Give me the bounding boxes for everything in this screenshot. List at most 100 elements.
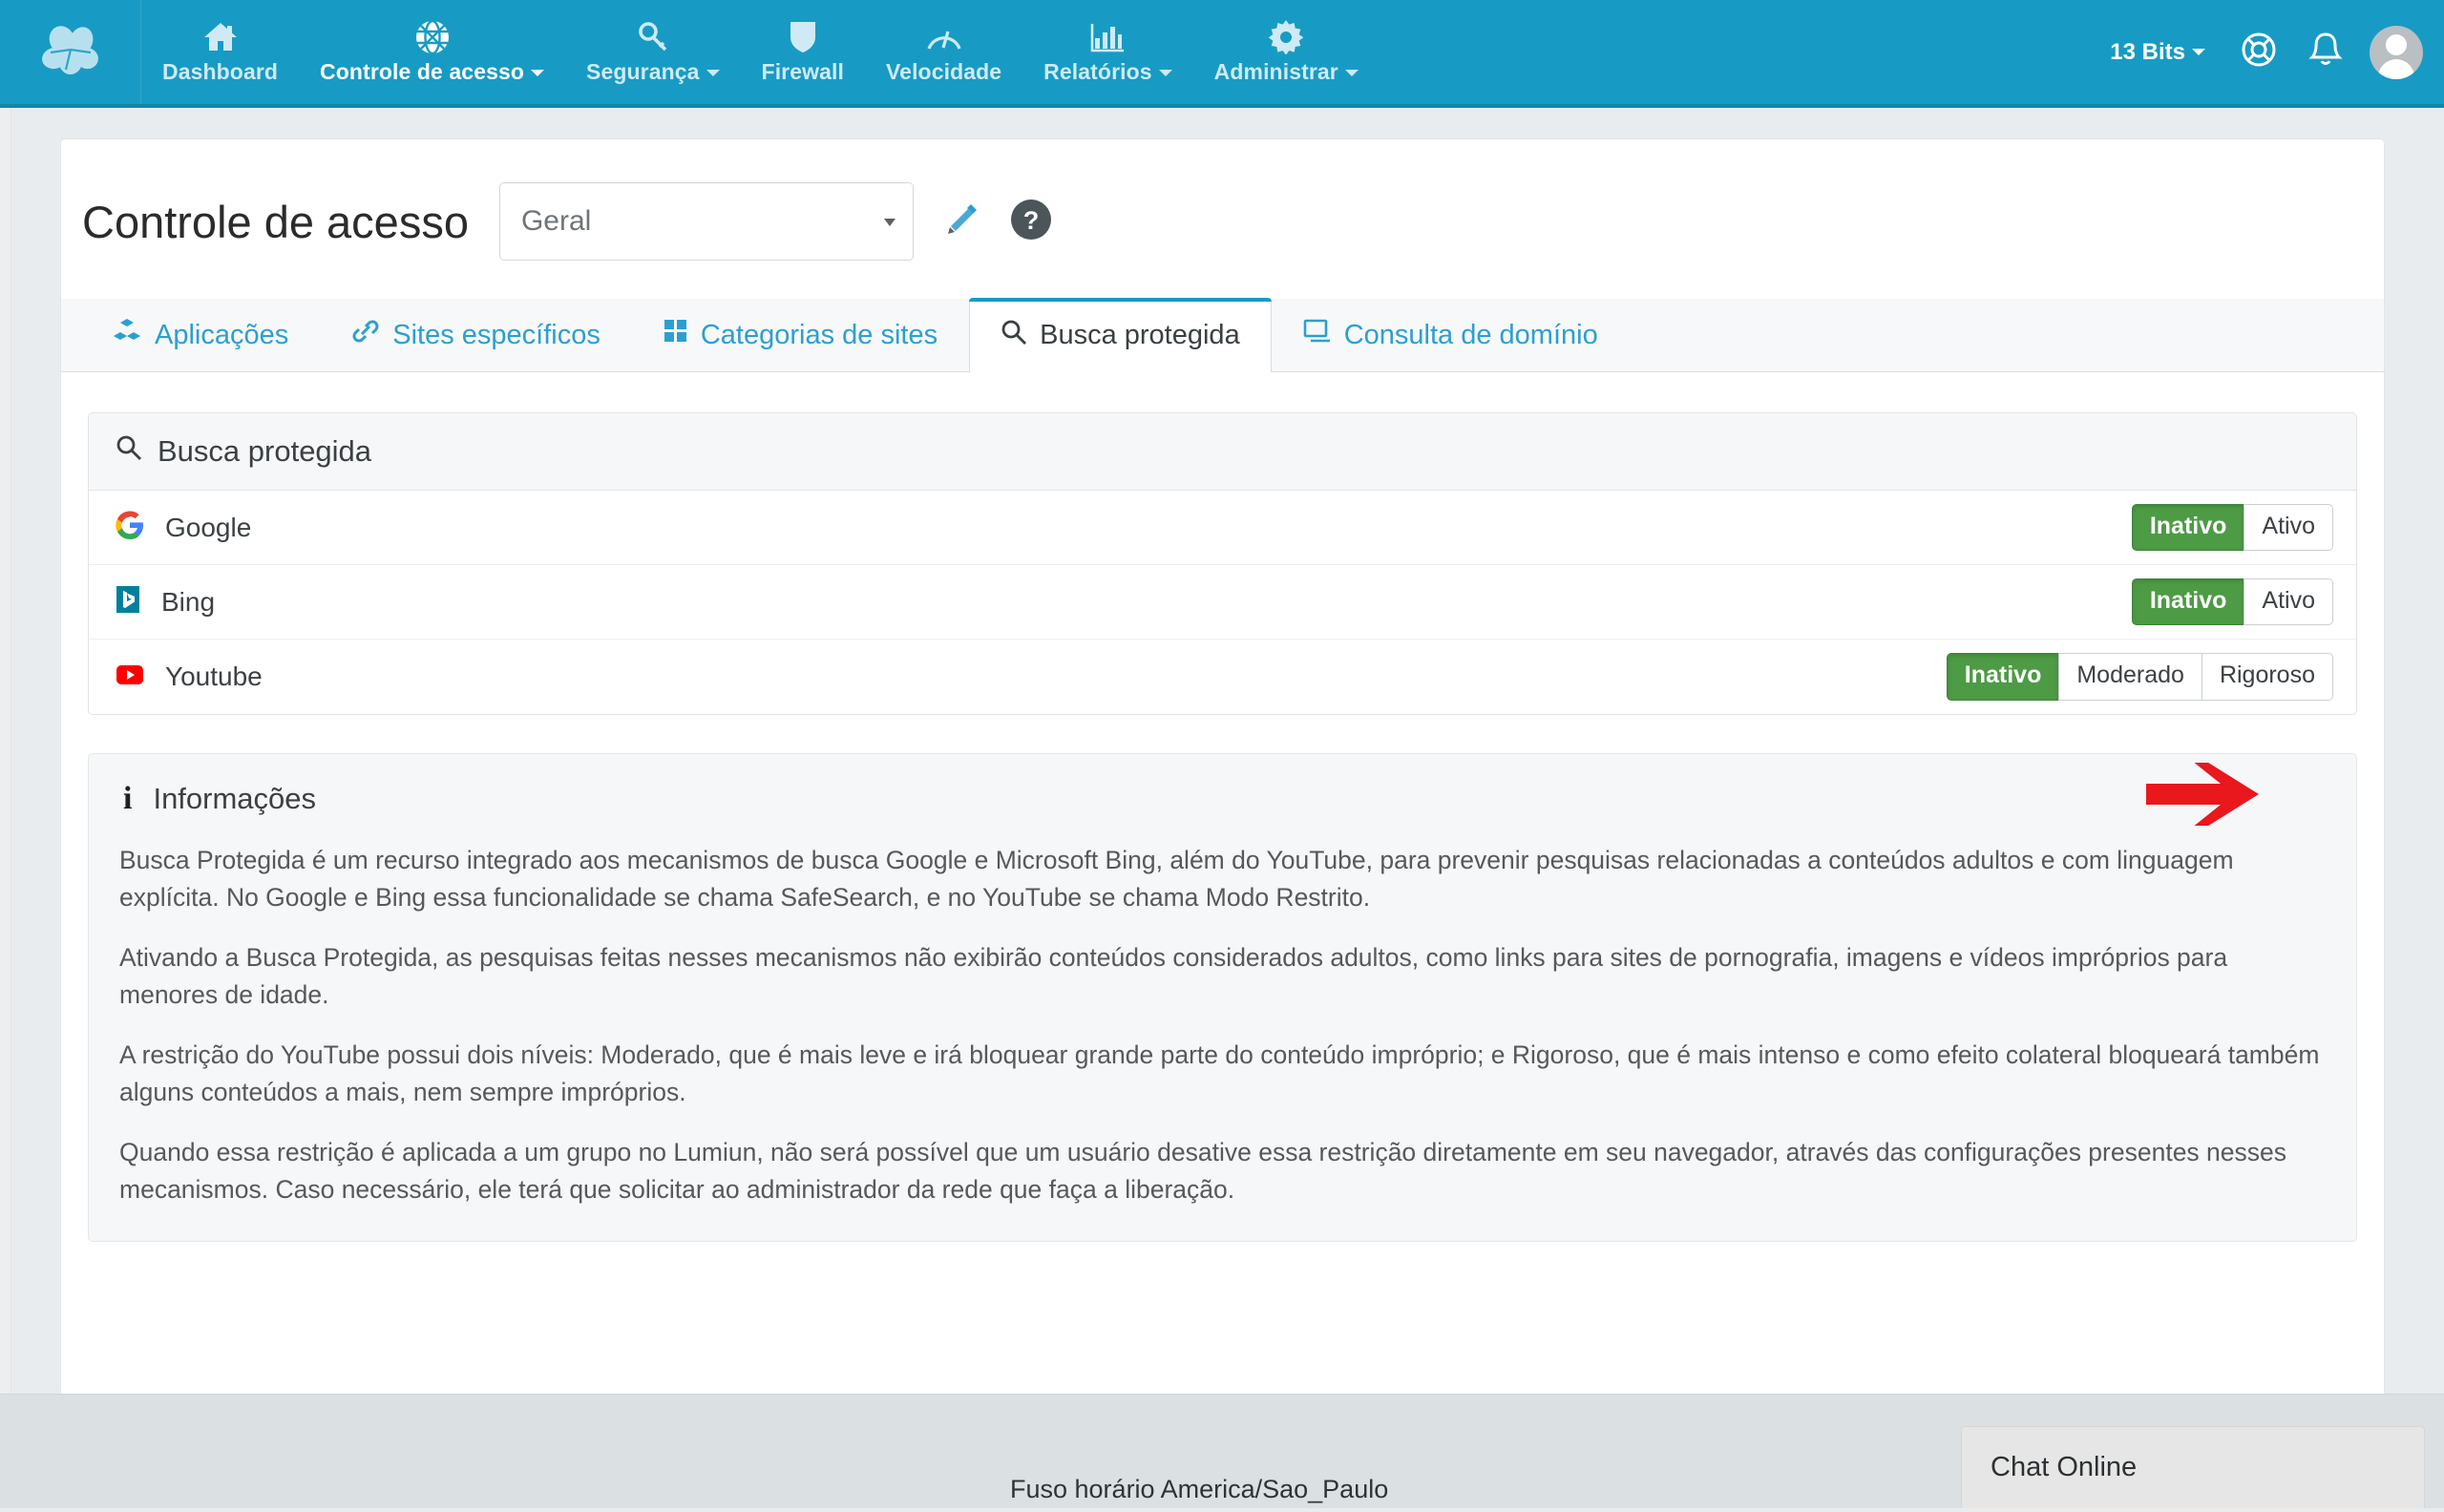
row-controls: Inativo Moderado Rigoroso: [1946, 653, 2333, 701]
row-name: Google: [165, 512, 252, 542]
gear-icon: [1269, 18, 1304, 56]
nav-item-seguranca[interactable]: Segurança: [565, 0, 741, 104]
page-header: Controle de acesso Geral ?: [61, 139, 2384, 299]
support-button[interactable]: [2224, 31, 2293, 74]
pencil-icon: [942, 200, 980, 243]
google-g-icon: [116, 511, 144, 544]
row-name: Bing: [161, 586, 216, 617]
chevron-down-icon: [883, 219, 895, 226]
shield-icon: [789, 18, 817, 56]
cloud-logo-icon: [41, 24, 100, 80]
table-row: Google Inativo Ativo: [89, 491, 2356, 565]
nav-label: Segurança: [586, 59, 720, 85]
info-paragraph: Busca Protegida é um recurso integrado a…: [119, 846, 2234, 912]
bing-safesearch-toggle: Inativo Ativo: [2131, 578, 2333, 626]
tab-aplicacoes[interactable]: Aplicações: [82, 298, 320, 371]
brand-logo[interactable]: [0, 0, 141, 104]
tab-sites-especificos[interactable]: Sites específicos: [320, 298, 632, 371]
nav-item-firewall[interactable]: Firewall: [741, 0, 865, 104]
info-header: i Informações: [119, 781, 2326, 817]
page-body: Controle de acesso Geral ? Aplicações Si…: [0, 108, 2444, 1508]
nav-label: Controle de acesso: [320, 59, 545, 85]
google-option-inativo[interactable]: Inativo: [2131, 503, 2245, 552]
chevron-down-icon: [706, 69, 720, 76]
chevron-down-icon: [1344, 69, 1359, 76]
top-navbar: Dashboard Controle de acesso Segurança F…: [0, 0, 2444, 108]
info-paragraph: Quando essa restrição é aplicada a um gr…: [119, 1137, 2287, 1204]
panel-header: Busca protegida: [89, 413, 2356, 491]
tab-bar: Aplicações Sites específicos Categorias …: [61, 298, 2384, 372]
nav-item-controle-de-acesso[interactable]: Controle de acesso: [299, 0, 565, 104]
tab-label: Categorias de sites: [700, 319, 938, 350]
chevron-down-icon: [531, 69, 545, 76]
monitor-icon: [1303, 319, 1332, 351]
chevron-down-icon: [2192, 49, 2205, 55]
group-select-value: Geral: [520, 205, 592, 237]
informacoes-box: i Informações Busca Protegida é um recur…: [88, 753, 2357, 1242]
globe-network-icon: [414, 18, 451, 56]
help-button[interactable]: ?: [1009, 198, 1053, 246]
nav-label: Administrar: [1214, 59, 1359, 85]
avatar[interactable]: [2370, 25, 2423, 79]
google-safesearch-toggle: Inativo Ativo: [2131, 503, 2333, 552]
grid-squares-icon: [664, 319, 688, 351]
notifications-button[interactable]: [2293, 31, 2358, 74]
google-option-ativo[interactable]: Ativo: [2244, 503, 2333, 552]
nav-label: Relatórios: [1043, 59, 1172, 85]
chat-online-widget[interactable]: Chat Online: [1961, 1426, 2425, 1508]
bing-option-inativo[interactable]: Inativo: [2131, 578, 2245, 626]
nav-item-velocidade[interactable]: Velocidade: [865, 0, 1022, 104]
search-icon: [116, 434, 142, 469]
bell-icon: [2308, 31, 2343, 74]
footer: Fuso horário America/Sao_Paulo Chat Onli…: [0, 1394, 2444, 1508]
nav-label: Velocidade: [886, 58, 1002, 84]
info-paragraph: A restrição do YouTube possui dois nívei…: [119, 1040, 2320, 1106]
tab-label: Sites específicos: [392, 319, 600, 350]
tab-categorias-de-sites[interactable]: Categorias de sites: [632, 298, 969, 371]
bing-b-icon: [116, 585, 140, 619]
tab-label: Aplicações: [155, 319, 289, 350]
busca-protegida-panel: Busca protegida Google Inativo Ativo Bin…: [88, 412, 2357, 715]
nav-item-dashboard[interactable]: Dashboard: [141, 0, 299, 104]
youtube-option-inativo[interactable]: Inativo: [1946, 653, 2060, 701]
group-select[interactable]: Geral: [498, 182, 914, 261]
link-icon: [351, 318, 380, 352]
question-circle-icon: ?: [1009, 198, 1053, 246]
nav-item-administrar[interactable]: Administrar: [1193, 0, 1380, 104]
nav-label: Firewall: [761, 58, 844, 84]
info-icon: i: [123, 781, 133, 816]
bing-option-ativo[interactable]: Ativo: [2244, 578, 2333, 626]
tab-label: Busca protegida: [1040, 320, 1240, 350]
youtube-play-icon: [116, 663, 144, 691]
chevron-down-icon: [1158, 69, 1172, 76]
nav-label: Dashboard: [162, 58, 279, 84]
table-row: Youtube Inativo Moderado Rigoroso: [89, 640, 2356, 714]
key-icon: [636, 18, 670, 56]
cubes-icon: [114, 318, 142, 352]
tab-busca-protegida[interactable]: Busca protegida: [969, 298, 1272, 372]
row-controls: Inativo Ativo: [2131, 578, 2333, 626]
svg-text:?: ?: [1023, 206, 1040, 235]
info-paragraph: Ativando a Busca Protegida, as pesquisas…: [119, 942, 2228, 1009]
info-title: Informações: [153, 782, 317, 815]
youtube-restricted-toggle: Inativo Moderado Rigoroso: [1946, 653, 2333, 701]
table-row: Bing Inativo Ativo: [89, 565, 2356, 640]
youtube-option-rigoroso[interactable]: Rigoroso: [2201, 653, 2333, 701]
navbar-right: 13 Bits: [2091, 0, 2444, 104]
nav-item-relatorios[interactable]: Relatórios: [1022, 0, 1192, 104]
timezone-text: Fuso horário America/Sao_Paulo: [1010, 1475, 1389, 1503]
lifebuoy-icon: [2240, 31, 2278, 74]
left-gutter: [0, 108, 11, 1508]
page-title: Controle de acesso: [82, 196, 469, 247]
tab-label: Consulta de domínio: [1343, 319, 1598, 350]
account-menu[interactable]: 13 Bits: [2091, 39, 2224, 66]
edit-group-button[interactable]: [942, 200, 980, 243]
tab-consulta-de-dominio[interactable]: Consulta de domínio: [1272, 298, 1630, 371]
speedometer-icon: [925, 18, 963, 56]
search-icon: [1001, 319, 1027, 353]
account-label: 13 Bits: [2110, 38, 2185, 65]
bar-chart-icon: [1090, 18, 1125, 56]
home-icon: [203, 18, 238, 56]
panel-title: Busca protegida: [158, 434, 372, 468]
youtube-option-moderado[interactable]: Moderado: [2058, 653, 2202, 701]
